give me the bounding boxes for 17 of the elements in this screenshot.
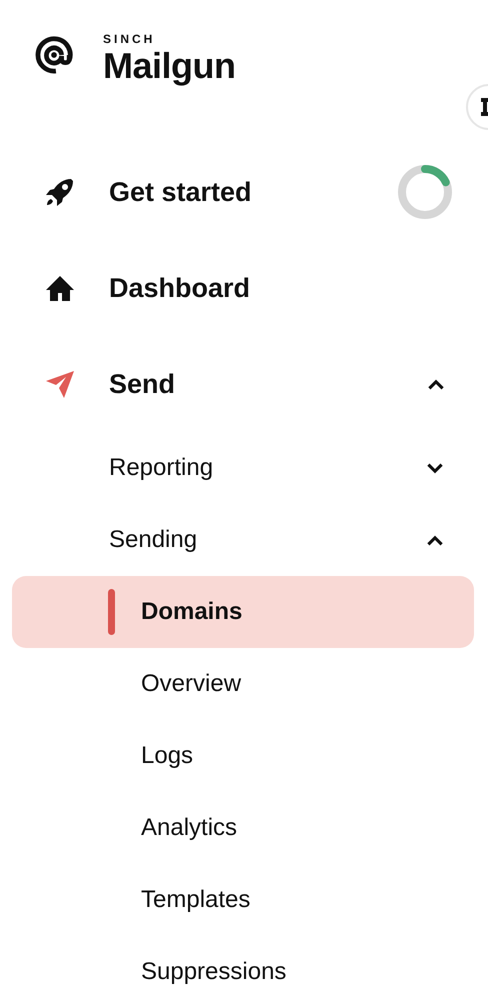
nav-subitem[interactable]: Reporting — [0, 432, 488, 504]
nav-subitem[interactable]: Sending — [0, 504, 488, 576]
logo-icon — [35, 35, 73, 75]
nav-item[interactable]: Dashboard — [0, 240, 488, 336]
nav-link[interactable]: Templates — [0, 864, 488, 936]
nav-link[interactable]: Domains — [12, 576, 474, 648]
product-name: Mailgun — [103, 46, 236, 86]
nav-link[interactable]: Logs — [0, 720, 488, 792]
nav-item[interactable]: Get started — [0, 144, 488, 240]
brand-name: SINCH — [103, 32, 156, 46]
nav-link[interactable]: Overview — [0, 648, 488, 720]
nav-link[interactable]: Suppressions — [0, 936, 488, 994]
active-indicator — [108, 589, 115, 635]
progress-ring — [395, 162, 455, 222]
nav-item[interactable]: Send — [0, 336, 488, 432]
nav-link[interactable]: Analytics — [0, 792, 488, 864]
toggle-icon — [480, 97, 488, 117]
